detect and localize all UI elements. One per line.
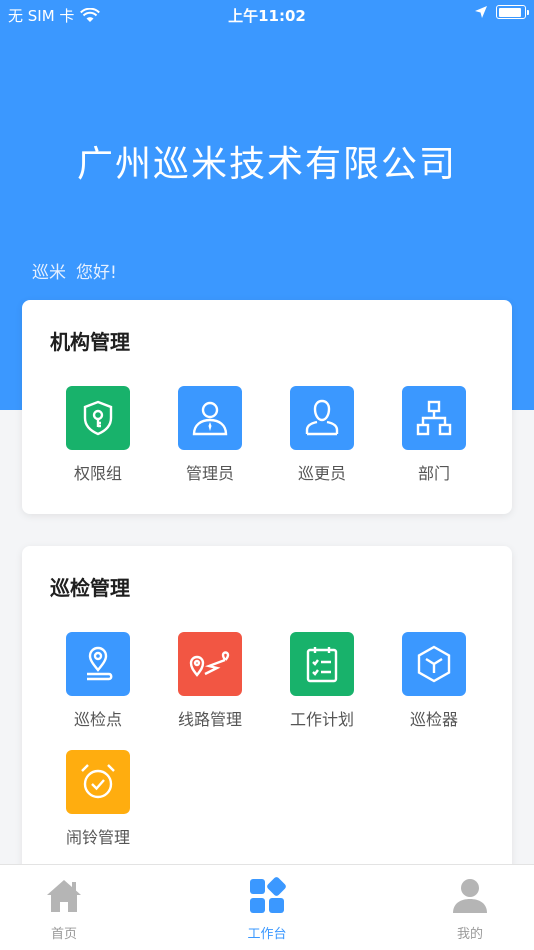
tab-home[interactable]: 首页 — [14, 877, 114, 942]
org-row-1: 权限组 管理员 巡更员 部门 — [22, 386, 512, 504]
org-section-title: 机构管理 — [50, 330, 130, 354]
administrator-button[interactable]: 管理员 — [154, 386, 266, 484]
home-icon — [47, 880, 81, 912]
location-arrow-icon — [475, 6, 487, 18]
tab-profile[interactable]: 我的 — [420, 877, 520, 942]
tab-workbench[interactable]: 工作台 — [217, 877, 317, 942]
patrol-row-2: 闹铃管理 — [22, 750, 512, 868]
company-name: 广州巡米技术有限公司 — [76, 144, 457, 185]
item-label: 闹铃管理 — [65, 828, 130, 847]
person-icon — [290, 386, 354, 450]
route-management-button[interactable]: 线路管理 — [154, 632, 266, 730]
patrol-device-button[interactable]: 巡检器 — [378, 632, 490, 730]
patrol-management-card: 巡检管理 巡检点 线路管理 工作计划 巡检器 闹铃管理 — [22, 546, 512, 876]
work-plan-button[interactable]: 工作计划 — [266, 632, 378, 730]
status-right — [474, 5, 529, 19]
greeting-text: 您好! — [76, 263, 117, 283]
org-chart-icon — [402, 386, 466, 450]
profile-icon — [453, 879, 487, 913]
patrol-grid: 巡检点 线路管理 工作计划 巡检器 闹铃管理 — [22, 632, 512, 868]
patrol-section-title: 巡检管理 — [50, 576, 130, 600]
item-label: 巡检点 — [73, 710, 122, 729]
item-label: 管理员 — [185, 464, 234, 483]
shield-key-icon — [66, 386, 130, 450]
location-pin-icon — [66, 632, 130, 696]
item-label: 工作计划 — [289, 710, 354, 729]
workbench-icon — [250, 877, 286, 913]
org-grid: 权限组 管理员 巡更员 部门 — [22, 386, 512, 504]
alarm-clock-icon — [66, 750, 130, 814]
route-icon — [178, 632, 242, 696]
battery-icon — [496, 5, 529, 19]
workbench-screen: 无 SIM 卡 上午11:02 广州巡米技术有限公司 巡米 您好! 机构管理 权… — [0, 0, 534, 950]
item-label: 线路管理 — [177, 710, 242, 729]
patrol-staff-button[interactable]: 巡更员 — [266, 386, 378, 484]
tab-label: 我的 — [456, 927, 483, 942]
item-label: 巡更员 — [297, 464, 346, 483]
department-button[interactable]: 部门 — [378, 386, 490, 484]
greeting: 巡米 您好! — [32, 258, 117, 283]
permission-group-button[interactable]: 权限组 — [42, 386, 154, 484]
device-cube-icon — [402, 632, 466, 696]
checklist-icon — [290, 632, 354, 696]
patrol-row-1: 巡检点 线路管理 工作计划 巡检器 — [22, 632, 512, 750]
checkpoint-button[interactable]: 巡检点 — [42, 632, 154, 730]
org-management-card: 机构管理 权限组 管理员 巡更员 部门 — [22, 300, 512, 514]
alarm-management-button[interactable]: 闹铃管理 — [42, 750, 154, 848]
status-bar: 无 SIM 卡 上午11:02 — [0, 0, 534, 28]
manager-icon — [178, 386, 242, 450]
item-label: 巡检器 — [409, 710, 458, 729]
bottom-tab-bar: 首页 工作台 我的 — [0, 864, 534, 950]
item-label: 部门 — [417, 464, 450, 483]
user-name: 巡米 — [32, 263, 66, 283]
status-time: 上午11:02 — [228, 7, 306, 25]
tab-label: 工作台 — [247, 927, 287, 942]
tab-label: 首页 — [50, 927, 77, 942]
item-label: 权限组 — [73, 464, 122, 483]
